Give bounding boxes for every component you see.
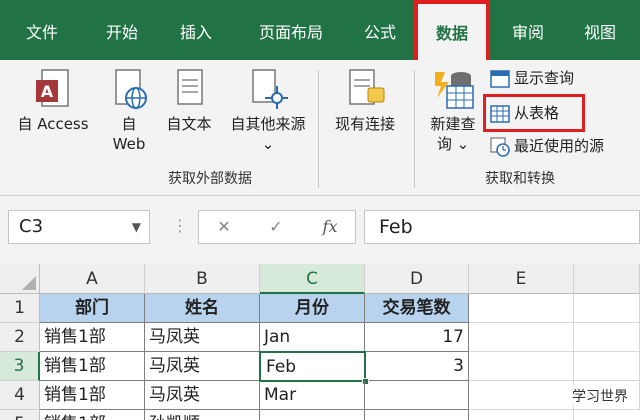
table-cell[interactable]: Jan	[260, 323, 365, 352]
table-cell[interactable]: 销售1部	[40, 352, 145, 381]
tab-insert[interactable]: 插入	[166, 0, 226, 60]
tab-formulas[interactable]: 公式	[350, 0, 410, 60]
table-cell[interactable]: 马凤英	[145, 381, 260, 410]
from-other-sources-label: 自其他来源	[230, 115, 306, 133]
tab-page-layout[interactable]: 页面布局	[246, 0, 336, 60]
table-cell[interactable]: 马凤英	[145, 352, 260, 381]
tab-view[interactable]: 视图	[570, 0, 630, 60]
group-label-get-transform: 获取和转换	[485, 171, 555, 187]
svg-text:A: A	[41, 82, 54, 101]
active-cell[interactable]: Feb	[259, 351, 366, 382]
table-cell[interactable]	[469, 381, 574, 410]
column-header-d[interactable]: D	[365, 264, 469, 294]
table-cell[interactable]: 销售1部	[40, 323, 145, 352]
table-cell[interactable]	[260, 410, 365, 420]
cancel-icon[interactable]: ✕	[209, 211, 239, 243]
new-query-button[interactable]: 新建查 询 ⌄	[422, 68, 484, 154]
table-cell[interactable]: Mar	[260, 381, 365, 410]
from-text-button[interactable]: 自文本	[160, 68, 218, 134]
show-queries-icon	[490, 69, 510, 88]
table-cell[interactable]: 销售1部	[40, 381, 145, 410]
column-header-c[interactable]: C	[260, 264, 365, 294]
table-header-cell[interactable]: 部门	[40, 294, 145, 323]
formula-buttons: ✕ ✓ fx	[198, 210, 356, 244]
formula-input[interactable]: Feb	[364, 210, 640, 244]
from-web-button[interactable]: 自 Web	[104, 68, 154, 154]
new-query-label-2: 询 ⌄	[436, 135, 470, 153]
name-box[interactable]: C3 ▼	[8, 210, 150, 244]
tab-data[interactable]: 数据	[414, 0, 490, 60]
from-text-label: 自文本	[166, 115, 212, 133]
group-label-get-external: 获取外部数据	[168, 171, 252, 187]
table-cell[interactable]	[469, 352, 574, 381]
group-separator	[414, 70, 415, 188]
name-box-value: C3	[19, 216, 44, 237]
row-header-4[interactable]: 4	[0, 381, 40, 410]
text-file-icon	[177, 69, 203, 105]
column-header-e[interactable]: E	[469, 264, 574, 294]
existing-connections-label: 现有连接	[334, 115, 395, 133]
row-header-5[interactable]: 5	[0, 410, 40, 420]
chevron-down-icon: ⌄	[261, 135, 275, 153]
tab-home[interactable]: 开始	[92, 0, 152, 60]
from-table-button[interactable]: 从表格	[483, 94, 585, 132]
chevron-down-icon[interactable]: ▼	[132, 211, 141, 243]
recent-sources-icon	[490, 136, 510, 157]
table-cell[interactable]	[365, 410, 469, 420]
ribbon-tab-bar: 文件 开始 插入 页面布局 公式 数据 审阅 视图	[0, 0, 640, 60]
formula-bar: C3 ▼ ⋮ ✕ ✓ fx Feb	[0, 196, 640, 264]
table-cell[interactable]: 3	[365, 352, 469, 381]
new-query-icon	[435, 72, 474, 109]
table-cell[interactable]: 销售1部	[40, 410, 145, 420]
from-web-label-2: Web	[112, 135, 146, 153]
tab-review[interactable]: 审阅	[498, 0, 558, 60]
connections-icon	[349, 69, 385, 105]
table-cell[interactable]	[574, 294, 640, 323]
tab-file[interactable]: 文件	[12, 0, 72, 60]
table-cell[interactable]: 17	[365, 323, 469, 352]
access-icon: A	[36, 69, 69, 107]
column-header-f[interactable]	[574, 264, 640, 294]
table-cell[interactable]: 马凤英	[145, 323, 260, 352]
row-header-2[interactable]: 2	[0, 323, 40, 352]
table-header-cell[interactable]: 姓名	[145, 294, 260, 323]
other-sources-icon	[252, 69, 288, 109]
table-cell[interactable]	[574, 323, 640, 352]
enter-icon[interactable]: ✓	[261, 211, 291, 243]
table-cell[interactable]	[469, 294, 574, 323]
row-header-1[interactable]: 1	[0, 294, 40, 323]
table-cell[interactable]	[469, 410, 574, 420]
select-all-corner[interactable]	[0, 264, 40, 294]
new-query-label: 新建查	[430, 115, 476, 133]
from-access-button[interactable]: A 自 Access	[8, 68, 98, 134]
insert-function-icon[interactable]: fx	[315, 211, 345, 243]
ribbon-data: A 自 Access 自 Web 自文本 自其他来源 ⌄ 现有连接 获取外部数据…	[0, 60, 640, 196]
worksheet-grid: A B C D E 1 2 3 4 5 部门 姓名 月份 交易笔数 销售1部 马…	[0, 264, 640, 420]
table-header-cell[interactable]: 交易笔数	[365, 294, 469, 323]
table-cell[interactable]	[469, 323, 574, 352]
table-header-cell[interactable]: 月份	[260, 294, 365, 323]
web-icon	[115, 69, 147, 109]
column-header-b[interactable]: B	[145, 264, 260, 294]
show-queries-button[interactable]: 显示查询	[490, 66, 574, 90]
recent-sources-button[interactable]: 最近使用的源	[490, 134, 604, 158]
recent-sources-label: 最近使用的源	[514, 137, 605, 155]
show-queries-label: 显示查询	[514, 69, 575, 87]
table-icon	[490, 104, 510, 123]
group-separator	[318, 70, 319, 188]
table-cell[interactable]	[574, 352, 640, 381]
select-all-icon	[22, 276, 36, 290]
from-access-label: 自 Access	[17, 115, 89, 133]
resize-handle-icon[interactable]: ⋮	[172, 218, 188, 234]
row-header-3[interactable]: 3	[0, 352, 40, 381]
column-header-a[interactable]: A	[40, 264, 145, 294]
table-cell[interactable]: 孙凯顺	[145, 410, 260, 420]
existing-connections-button[interactable]: 现有连接	[326, 68, 404, 134]
from-other-sources-button[interactable]: 自其他来源 ⌄	[222, 68, 314, 154]
table-cell[interactable]	[365, 381, 469, 410]
watermark-text: 学习世界	[570, 386, 630, 406]
from-web-label: 自	[121, 115, 137, 133]
from-table-label: 从表格	[514, 104, 560, 122]
